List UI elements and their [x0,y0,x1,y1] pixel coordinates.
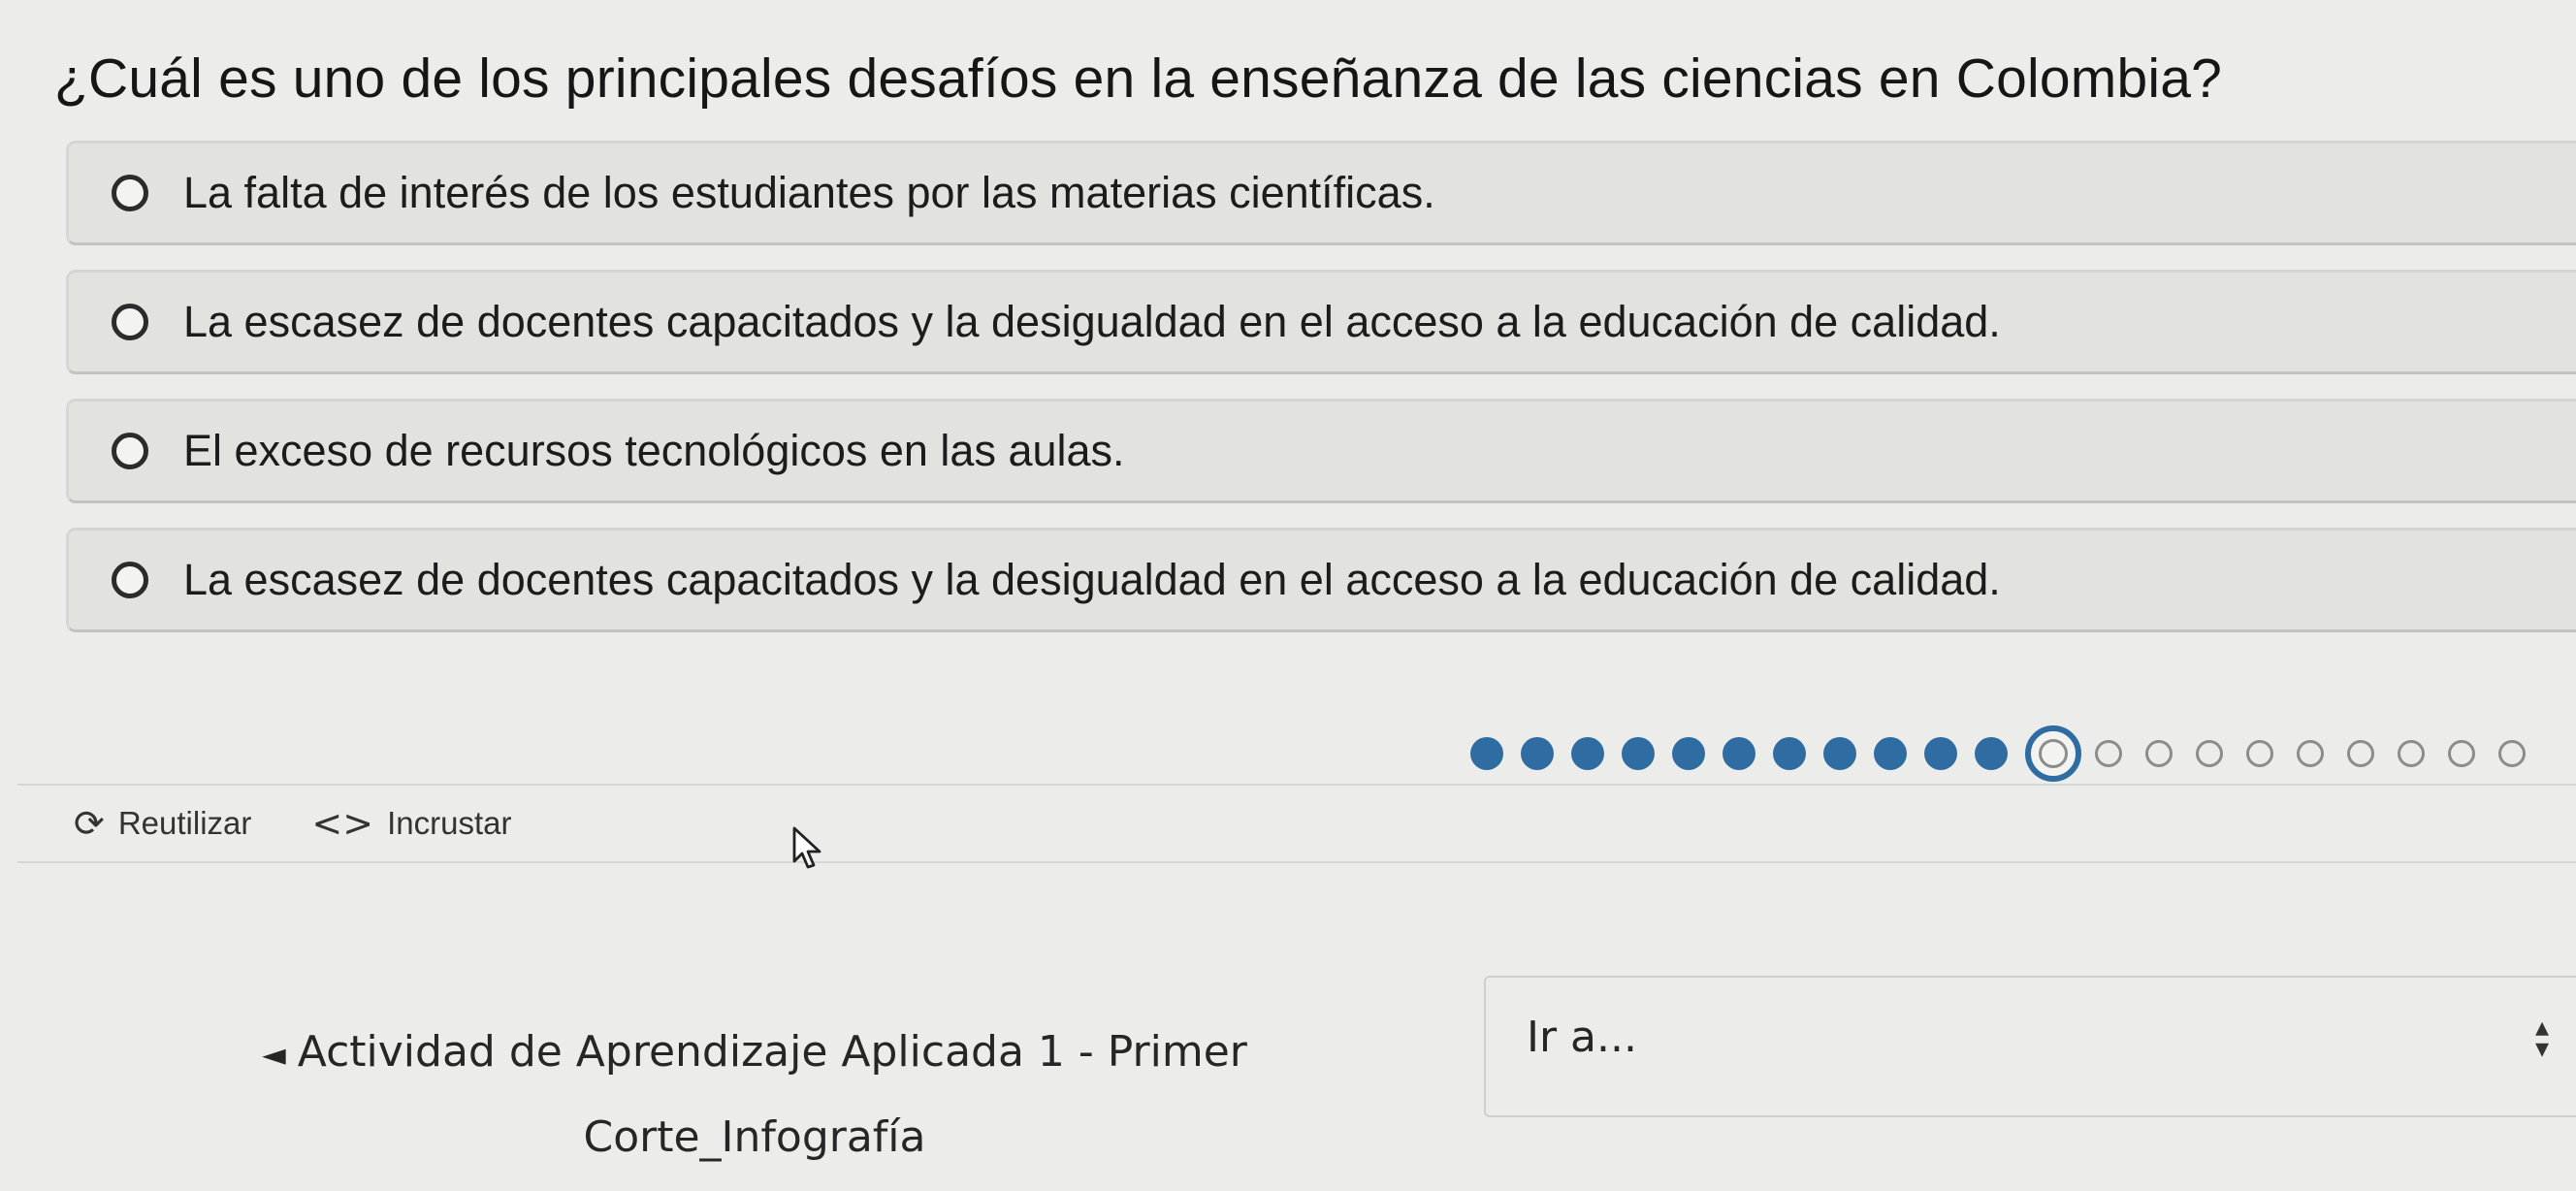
mouse-pointer-icon [792,826,821,869]
answer-option-label: La falta de interés de los estudiantes p… [183,168,1435,217]
answer-option-label: La escasez de docentes capacitados y la … [183,297,2001,346]
radio-button[interactable] [112,175,148,211]
answer-option-2[interactable]: La escasez de docentes capacitados y la … [66,270,2576,374]
question-progress-dots [1470,725,2549,782]
progress-dot-answered[interactable] [1874,737,1907,770]
reuse-button[interactable]: ⟳ Reutilizar [74,802,251,845]
previous-activity-link[interactable]: ◄ Actividad de Aprendizaje Aplicada 1 - P… [163,1011,1346,1179]
progress-dot-answered[interactable] [1470,737,1503,770]
progress-dot-answered[interactable] [1924,737,1957,770]
progress-dot-answered[interactable] [1723,737,1755,770]
progress-dot-answered[interactable] [1672,737,1705,770]
answer-option-3[interactable]: El exceso de recursos tecnológicos en la… [66,399,2576,503]
progress-dot-unanswered[interactable] [2196,740,2223,767]
previous-activity-label: Actividad de Aprendizaje Aplicada 1 - Pr… [297,1027,1247,1162]
progress-dot-answered[interactable] [1521,737,1554,770]
progress-dot-unanswered[interactable] [2095,740,2122,767]
answer-option-label: El exceso de recursos tecnológicos en la… [183,426,1125,475]
refresh-icon: ⟳ [74,802,105,845]
select-arrows-icon: ▴ ▾ [2534,1012,2549,1063]
progress-dot-unanswered[interactable] [2145,740,2173,767]
embed-button[interactable]: <> Incrustar [311,802,511,845]
progress-dot-current-inner [2039,739,2068,768]
progress-dot-answered[interactable] [1823,737,1856,770]
progress-dot-answered[interactable] [1975,737,2008,770]
jump-to-select[interactable]: Ir a... ▴ ▾ [1484,976,2576,1117]
radio-button[interactable] [112,433,148,469]
progress-dot-answered[interactable] [1622,737,1655,770]
progress-dot-answered[interactable] [1773,737,1806,770]
progress-dot-unanswered[interactable] [2498,740,2526,767]
answer-options: La falta de interés de los estudiantes p… [66,141,2576,657]
progress-dot-unanswered[interactable] [2398,740,2425,767]
progress-dot-unanswered[interactable] [2448,740,2475,767]
progress-dot-unanswered[interactable] [2297,740,2324,767]
progress-dot-answered[interactable] [1571,737,1604,770]
progress-dot-unanswered[interactable] [2246,740,2273,767]
h5p-action-bar: ⟳ Reutilizar <> Incrustar [17,784,2576,863]
jump-to-label: Ir a... [1527,1013,1637,1062]
answer-option-label: La escasez de docentes capacitados y la … [183,555,2001,604]
radio-button[interactable] [112,562,148,598]
arrow-left-icon: ◄ [262,1036,286,1073]
answer-option-1[interactable]: La falta de interés de los estudiantes p… [66,141,2576,245]
radio-button[interactable] [112,304,148,340]
progress-dot-current[interactable] [2025,725,2081,782]
code-icon: <> [311,802,374,845]
question-text: ¿Cuál es uno de los principales desafíos… [54,48,2223,110]
embed-label: Incrustar [387,805,512,841]
progress-dot-unanswered[interactable] [2347,740,2374,767]
answer-option-4[interactable]: La escasez de docentes capacitados y la … [66,528,2576,632]
reuse-label: Reutilizar [117,805,252,841]
